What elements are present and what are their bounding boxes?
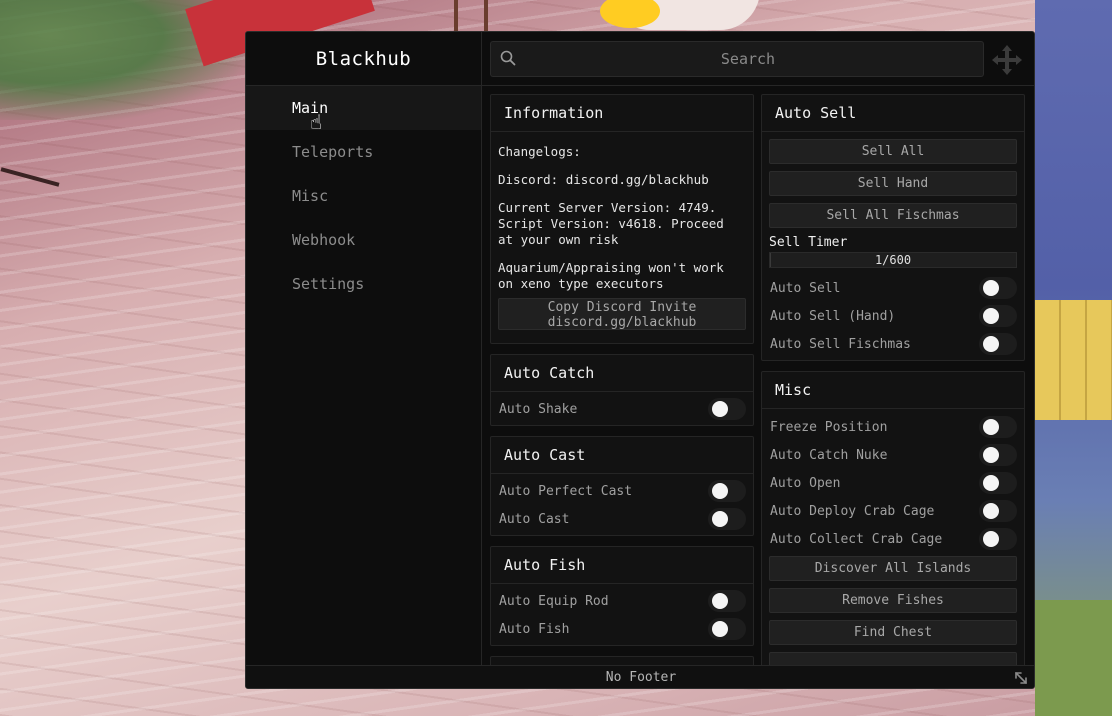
auto-cast-toggle[interactable] bbox=[708, 508, 746, 530]
sell-all-button[interactable]: Sell All bbox=[769, 139, 1017, 164]
section-title: Information bbox=[491, 95, 753, 132]
auto-deploy-crab-cage-row: Auto Deploy Crab Cage bbox=[769, 497, 1017, 525]
sidebar-item-webhook[interactable]: Webhook bbox=[246, 218, 481, 262]
blackhub-window: Blackhub Main ☝ Teleports Misc Webhook S… bbox=[245, 31, 1035, 689]
auto-shake-row: Auto Shake bbox=[498, 395, 746, 423]
footer: No Footer bbox=[246, 665, 1034, 688]
move-icon[interactable] bbox=[992, 45, 1022, 75]
sidebar-item-misc[interactable]: Misc bbox=[246, 174, 481, 218]
right-column: Auto Sell Sell All Sell Hand Sell All Fi… bbox=[761, 94, 1025, 665]
sell-timer-label: Sell Timer bbox=[769, 235, 848, 250]
toggle-label: Auto Perfect Cast bbox=[499, 483, 633, 499]
button-line: discord.gg/blackhub bbox=[547, 315, 697, 330]
sell-timer-slider[interactable]: 1/600 bbox=[769, 252, 1017, 268]
auto-sell-fischmas-row: Auto Sell Fischmas bbox=[769, 330, 1017, 358]
auto-cast-row: Auto Cast bbox=[498, 505, 746, 533]
auto-equip-rod-toggle[interactable] bbox=[708, 590, 746, 612]
resize-icon[interactable] bbox=[1013, 670, 1029, 686]
sidebar: Blackhub Main ☝ Teleports Misc Webhook S… bbox=[246, 32, 482, 665]
next-section-stub bbox=[490, 656, 754, 665]
cut-off-button[interactable] bbox=[769, 652, 1017, 665]
search-icon bbox=[500, 50, 516, 66]
auto-open-row: Auto Open bbox=[769, 469, 1017, 497]
auto-sell-row: Auto Sell bbox=[769, 274, 1017, 302]
top-bar bbox=[482, 32, 1034, 86]
find-chest-button[interactable]: Find Chest bbox=[769, 620, 1017, 645]
auto-sell-hand-toggle[interactable] bbox=[979, 305, 1017, 327]
auto-sell-hand-row: Auto Sell (Hand) bbox=[769, 302, 1017, 330]
section-title: Auto Fish bbox=[491, 547, 753, 584]
auto-catch-nuke-toggle[interactable] bbox=[979, 444, 1017, 466]
discord-text: Discord: discord.gg/blackhub bbox=[498, 172, 709, 187]
left-column: Information Changelogs: Discord: discord… bbox=[490, 94, 754, 665]
auto-equip-rod-row: Auto Equip Rod bbox=[498, 587, 746, 615]
button-line: Copy Discord Invite bbox=[547, 300, 697, 315]
toggle-label: Auto Equip Rod bbox=[499, 593, 609, 609]
freeze-position-row: Freeze Position bbox=[769, 413, 1017, 441]
auto-fish-section: Auto Fish Auto Equip Rod Auto Fish bbox=[490, 546, 754, 646]
sidebar-item-label: Webhook bbox=[292, 231, 356, 249]
auto-catch-section: Auto Catch Auto Shake bbox=[490, 354, 754, 426]
toggle-label: Auto Fish bbox=[499, 621, 570, 637]
toggle-label: Auto Open bbox=[770, 475, 841, 491]
sell-timer-value: 1/600 bbox=[874, 253, 912, 267]
version-text: Current Server Version: 4749. Script Ver… bbox=[498, 200, 724, 247]
changelogs-text: Changelogs: bbox=[498, 144, 581, 159]
auto-catch-nuke-row: Auto Catch Nuke bbox=[769, 441, 1017, 469]
main-content: Information Changelogs: Discord: discord… bbox=[482, 86, 1034, 665]
auto-deploy-crab-cage-toggle[interactable] bbox=[979, 500, 1017, 522]
toggle-label: Freeze Position bbox=[770, 419, 888, 435]
toggle-label: Auto Deploy Crab Cage bbox=[770, 503, 935, 519]
sidebar-item-label: Misc bbox=[292, 187, 329, 205]
section-title: Auto Catch bbox=[491, 355, 753, 392]
section-title: Auto Cast bbox=[491, 437, 753, 474]
sell-all-fischmas-button[interactable]: Sell All Fischmas bbox=[769, 203, 1017, 228]
toggle-label: Auto Cast bbox=[499, 511, 570, 527]
sidebar-item-settings[interactable]: Settings bbox=[246, 262, 481, 306]
sidebar-item-teleports[interactable]: Teleports bbox=[246, 130, 481, 174]
misc-section: Misc Freeze Position Auto Catch Nuke Aut… bbox=[761, 371, 1025, 665]
auto-fish-row: Auto Fish bbox=[498, 615, 746, 643]
window-title: Blackhub bbox=[246, 32, 481, 86]
auto-shake-toggle[interactable] bbox=[708, 398, 746, 420]
auto-perfect-cast-toggle[interactable] bbox=[708, 480, 746, 502]
auto-open-toggle[interactable] bbox=[979, 472, 1017, 494]
sidebar-item-main[interactable]: Main ☝ bbox=[246, 86, 481, 134]
toggle-label: Auto Catch Nuke bbox=[770, 447, 888, 463]
information-section: Information Changelogs: Discord: discord… bbox=[490, 94, 754, 344]
section-title: Auto Sell bbox=[762, 95, 1024, 132]
copy-discord-invite-button[interactable]: Copy Discord Invite discord.gg/blackhub bbox=[498, 298, 746, 330]
sidebar-item-label: Settings bbox=[292, 275, 365, 293]
auto-fish-toggle[interactable] bbox=[708, 618, 746, 640]
toggle-label: Auto Shake bbox=[499, 401, 578, 417]
auto-cast-section: Auto Cast Auto Perfect Cast Auto Cast bbox=[490, 436, 754, 536]
toggle-label: Auto Sell (Hand) bbox=[770, 308, 896, 324]
sidebar-item-label: Teleports bbox=[292, 143, 374, 161]
auto-collect-crab-cage-toggle[interactable] bbox=[979, 528, 1017, 550]
sell-hand-button[interactable]: Sell Hand bbox=[769, 171, 1017, 196]
toggle-label: Auto Sell Fischmas bbox=[770, 336, 911, 352]
hand-cursor-icon: ☝ bbox=[310, 110, 323, 134]
search-input[interactable] bbox=[523, 42, 973, 76]
toggle-label: Auto Collect Crab Cage bbox=[770, 531, 943, 547]
section-title: Misc bbox=[762, 372, 1024, 409]
auto-perfect-cast-row: Auto Perfect Cast bbox=[498, 477, 746, 505]
auto-sell-fischmas-toggle[interactable] bbox=[979, 333, 1017, 355]
auto-collect-crab-cage-row: Auto Collect Crab Cage bbox=[769, 525, 1017, 553]
freeze-position-toggle[interactable] bbox=[979, 416, 1017, 438]
discover-all-islands-button[interactable]: Discover All Islands bbox=[769, 556, 1017, 581]
search-box[interactable] bbox=[490, 41, 984, 77]
auto-sell-section: Auto Sell Sell All Sell Hand Sell All Fi… bbox=[761, 94, 1025, 361]
auto-sell-toggle[interactable] bbox=[979, 277, 1017, 299]
remove-fishes-button[interactable]: Remove Fishes bbox=[769, 588, 1017, 613]
toggle-label: Auto Sell bbox=[770, 280, 841, 296]
warning-text: Aquarium/Appraising won't work on xeno t… bbox=[498, 260, 724, 291]
